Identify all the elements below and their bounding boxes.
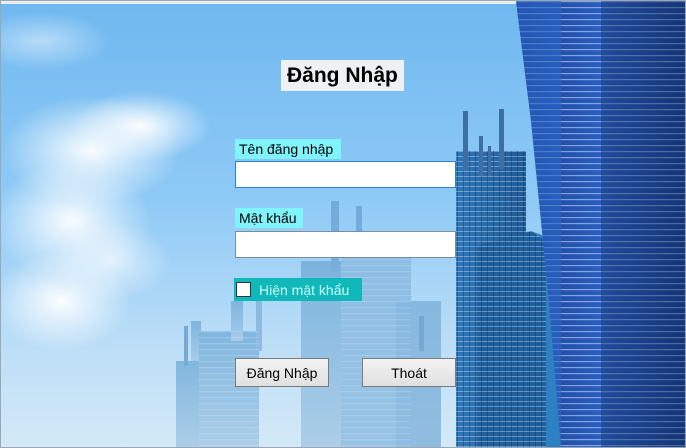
- login-button[interactable]: Đăng Nhập: [235, 358, 329, 387]
- exit-button[interactable]: Thoát: [362, 358, 456, 387]
- password-input[interactable]: [235, 231, 456, 258]
- password-label: Mật khẩu: [235, 208, 303, 228]
- username-label: Tên đăng nhập: [235, 139, 341, 159]
- show-password-checkbox[interactable]: [236, 282, 251, 297]
- show-password-label: Hiện mật khẩu: [259, 281, 350, 298]
- login-title: Đăng Nhập: [281, 60, 404, 91]
- username-input[interactable]: [235, 161, 456, 188]
- show-password-option[interactable]: Hiện mật khẩu: [234, 278, 362, 301]
- login-window: Đăng Nhập Tên đăng nhập Mật khẩu Hiện mậ…: [0, 0, 686, 448]
